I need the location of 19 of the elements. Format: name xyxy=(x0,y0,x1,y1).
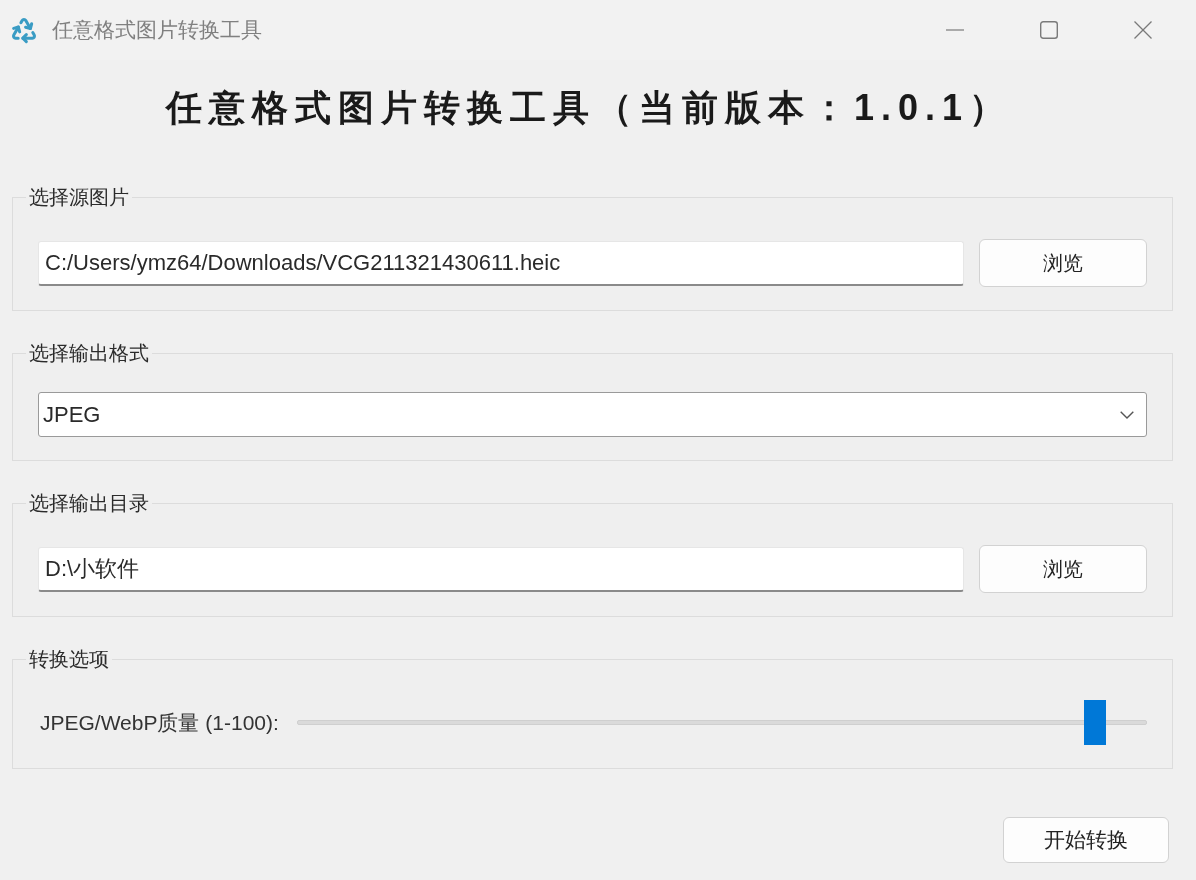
maximize-icon[interactable] xyxy=(1040,21,1058,39)
quality-slider-track[interactable] xyxy=(296,720,1147,725)
group-title: 选择输出格式 xyxy=(28,341,150,365)
start-convert-button[interactable]: 开始转换 xyxy=(1003,817,1169,863)
app-heading: 任意格式图片转换工具（当前版本：1.0.1） xyxy=(164,86,1014,130)
path-field[interactable]: C:/Users/ymz64/Downloads/VCG211321430611.heic xyxy=(38,240,964,286)
path-field[interactable]: D:\小软件 xyxy=(38,546,964,592)
group-title: 选择输出目录 xyxy=(28,491,150,515)
slider-thumb[interactable] xyxy=(1083,700,1106,745)
chevron-down-icon xyxy=(1120,410,1134,419)
window-title: 任意格式图片转换工具 xyxy=(52,17,262,43)
group-title: 选择源图片 xyxy=(28,185,130,209)
quality-label: JPEG/WebP质量 (1-100): xyxy=(39,709,279,736)
format-dropdown[interactable]: JPEG xyxy=(38,392,1147,437)
group-title: 转换选项 xyxy=(28,647,110,671)
recycle-icon xyxy=(10,16,38,44)
browse-button[interactable]: 浏览 xyxy=(979,545,1147,593)
close-icon[interactable] xyxy=(1134,21,1152,39)
browse-button[interactable]: 浏览 xyxy=(979,239,1147,287)
